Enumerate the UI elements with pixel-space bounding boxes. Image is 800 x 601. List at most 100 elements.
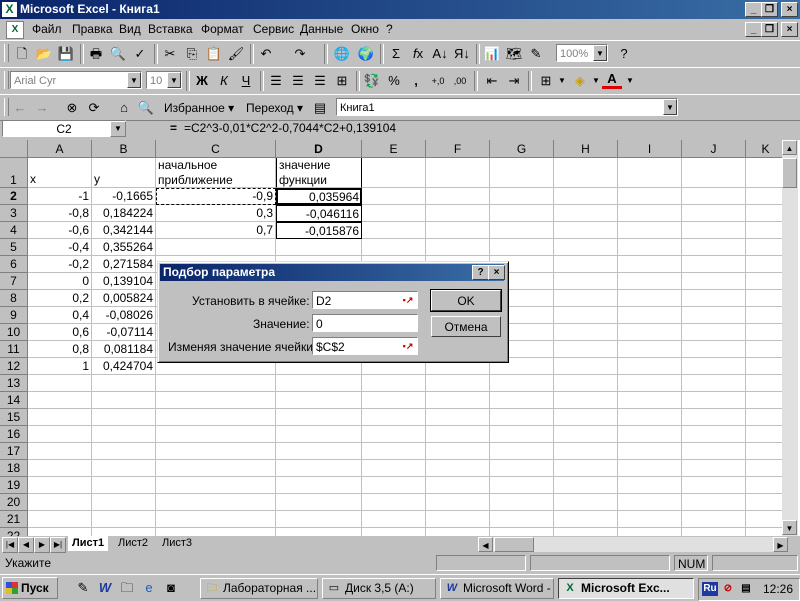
task-button-excel[interactable]: X Microsoft Exc... [558, 578, 694, 599]
cell-i14[interactable] [618, 392, 682, 409]
cell-h9[interactable] [554, 307, 618, 324]
cell-g16[interactable] [490, 426, 554, 443]
cell-j13[interactable] [682, 375, 746, 392]
align-left-icon[interactable]: ☰ [266, 71, 286, 91]
cell-i6[interactable] [618, 256, 682, 273]
cell-f18[interactable] [426, 460, 490, 477]
cell-f19[interactable] [426, 477, 490, 494]
align-right-icon[interactable]: ☰ [310, 71, 330, 91]
cell-i5[interactable] [618, 239, 682, 256]
menu-insert[interactable]: Вставка [148, 22, 193, 36]
row-header-8[interactable]: 8 [0, 290, 28, 307]
cell-c20[interactable] [156, 494, 276, 511]
dialog-title-bar[interactable]: Подбор параметра ? × [160, 264, 505, 281]
menu-data[interactable]: Данные [300, 22, 343, 36]
cell-k10[interactable] [746, 324, 786, 341]
row-header-4[interactable]: 4 [0, 222, 28, 239]
row-header-19[interactable]: 19 [0, 477, 28, 494]
paste-icon[interactable]: 📋 [204, 44, 224, 64]
cell-b10[interactable]: -0,07114 [92, 324, 156, 341]
cell-j11[interactable] [682, 341, 746, 358]
cell-f14[interactable] [426, 392, 490, 409]
cell-j1[interactable] [682, 158, 746, 188]
undo-icon[interactable]: ↶ [256, 44, 276, 64]
column-header-k[interactable]: K [746, 140, 786, 158]
doc-minimize-button[interactable]: _ [745, 22, 762, 37]
cell-b3[interactable]: 0,184224 [92, 205, 156, 222]
cell-b22[interactable] [92, 528, 156, 536]
chevron-down-icon[interactable]: ▼ [127, 72, 141, 88]
cell-g18[interactable] [490, 460, 554, 477]
cell-k22[interactable] [746, 528, 786, 536]
cell-i8[interactable] [618, 290, 682, 307]
row-header-18[interactable]: 18 [0, 460, 28, 477]
cell-h2[interactable] [554, 188, 618, 205]
cell-e14[interactable] [362, 392, 426, 409]
stop-icon[interactable]: ⊗ [62, 98, 82, 118]
close-button[interactable]: × [781, 2, 798, 17]
row-header-2[interactable]: 2 [0, 188, 28, 205]
cell-k2[interactable] [746, 188, 786, 205]
comma-button[interactable]: , [406, 71, 426, 91]
cell-h15[interactable] [554, 409, 618, 426]
menu-file[interactable]: Файл [32, 22, 62, 36]
cell-b11[interactable]: 0,081184 [92, 341, 156, 358]
start-button[interactable]: Пуск [2, 577, 58, 599]
excel-icon[interactable]: X [2, 2, 17, 17]
column-header-b[interactable]: B [92, 140, 156, 158]
cell-k21[interactable] [746, 511, 786, 528]
cell-g22[interactable] [490, 528, 554, 536]
cell-d14[interactable] [276, 392, 362, 409]
menu-format[interactable]: Формат [201, 22, 244, 36]
autosum-icon[interactable]: Σ [386, 44, 406, 64]
outlook-icon[interactable]: ◙ [162, 579, 180, 597]
cell-i20[interactable] [618, 494, 682, 511]
currency-icon[interactable]: 💱 [362, 71, 382, 91]
cell-f15[interactable] [426, 409, 490, 426]
cell-c5[interactable] [156, 239, 276, 256]
cell-i3[interactable] [618, 205, 682, 222]
row-header-10[interactable]: 10 [0, 324, 28, 341]
scheduler-icon[interactable]: ▤ [738, 582, 754, 596]
cell-j15[interactable] [682, 409, 746, 426]
collapse-dialog-icon[interactable]: ▪↗ [401, 294, 415, 306]
cell-k7[interactable] [746, 273, 786, 290]
cell-f4[interactable] [426, 222, 490, 239]
formula-input[interactable]: =C2^3-0,01*C2^2-0,7044*C2+0,139104 [184, 121, 396, 135]
cell-i2[interactable] [618, 188, 682, 205]
cell-h19[interactable] [554, 477, 618, 494]
row-header-7[interactable]: 7 [0, 273, 28, 290]
scroll-left-icon[interactable]: ◀ [478, 537, 493, 552]
cell-c15[interactable] [156, 409, 276, 426]
cell-a22[interactable] [28, 528, 92, 536]
cut-icon[interactable]: ✂ [160, 44, 180, 64]
save-icon[interactable]: 💾 [56, 44, 76, 64]
scroll-thumb[interactable] [782, 158, 797, 188]
vertical-scrollbar[interactable]: ▲ ▼ [782, 140, 798, 536]
cell-a10[interactable]: 0,6 [28, 324, 92, 341]
maximize-button[interactable]: ❐ [761, 2, 778, 17]
forward-icon[interactable]: → [32, 98, 52, 118]
cell-k4[interactable] [746, 222, 786, 239]
next-sheet-icon[interactable]: ▶ [34, 537, 50, 553]
cell-i21[interactable] [618, 511, 682, 528]
cell-h5[interactable] [554, 239, 618, 256]
cell-e1[interactable] [362, 158, 426, 188]
select-all-corner[interactable] [0, 140, 28, 158]
column-header-c[interactable]: C [156, 140, 276, 158]
internet-explorer-icon[interactable]: e [140, 579, 158, 597]
zoom-combo[interactable]: 100% ▼ [556, 44, 608, 62]
cell-b18[interactable] [92, 460, 156, 477]
underline-button[interactable]: Ч [236, 71, 256, 91]
cell-b9[interactable]: -0,08026 [92, 307, 156, 324]
cell-f17[interactable] [426, 443, 490, 460]
spelling-icon[interactable]: ✓ [130, 44, 150, 64]
cell-d4[interactable]: -0,015876 [276, 222, 362, 239]
cell-b21[interactable] [92, 511, 156, 528]
name-box[interactable]: C2 [2, 120, 126, 137]
document-icon[interactable]: X [6, 21, 24, 39]
cell-i22[interactable] [618, 528, 682, 536]
cell-h21[interactable] [554, 511, 618, 528]
cell-e17[interactable] [362, 443, 426, 460]
scroll-up-icon[interactable]: ▲ [782, 140, 797, 155]
